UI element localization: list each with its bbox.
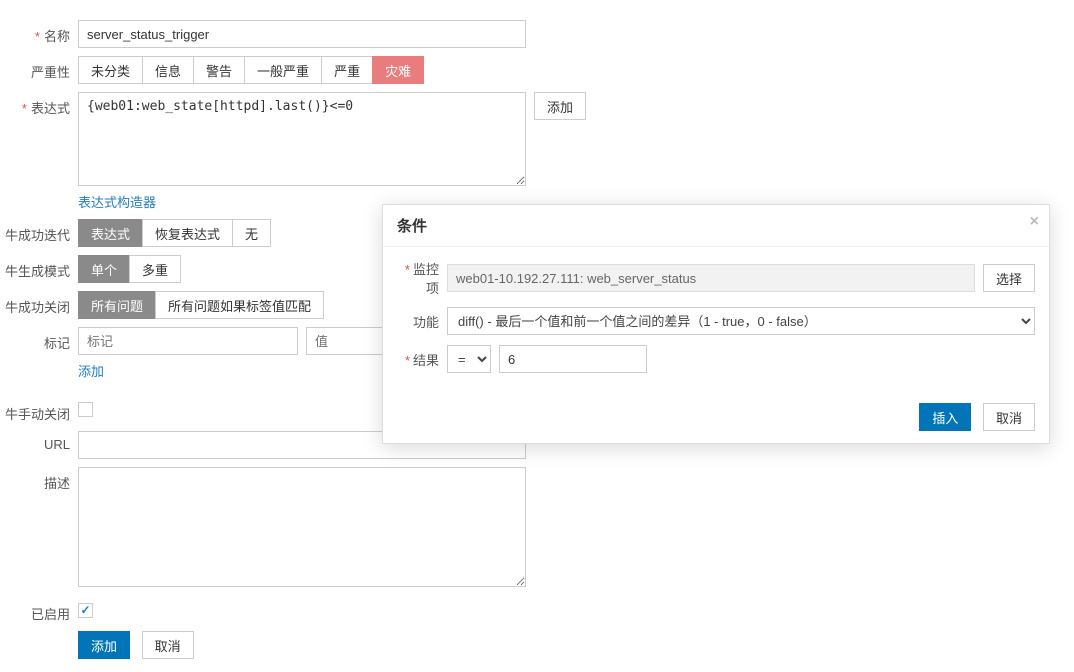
expression-label: 表达式 bbox=[0, 92, 70, 117]
close-icon[interactable]: × bbox=[1030, 213, 1039, 231]
iteration-none[interactable]: 无 bbox=[232, 219, 271, 247]
function-label: 功能 bbox=[397, 312, 447, 331]
mode-group: 单个 多重 bbox=[78, 255, 181, 283]
manual-close-label: 牛手动关闭 bbox=[0, 398, 70, 423]
manual-close-checkbox[interactable] bbox=[78, 402, 93, 417]
result-label: 结果 bbox=[397, 350, 447, 369]
modal-cancel-button[interactable]: 取消 bbox=[983, 403, 1035, 431]
severity-group: 未分类 信息 警告 一般严重 严重 灾难 bbox=[78, 56, 424, 84]
mode-multi[interactable]: 多重 bbox=[129, 255, 181, 283]
name-label: 名称 bbox=[0, 20, 70, 45]
description-label: 描述 bbox=[0, 467, 70, 492]
cancel-button[interactable]: 取消 bbox=[142, 631, 194, 659]
close-group: 所有问题 所有问题如果标签值匹配 bbox=[78, 291, 324, 319]
tag-label: 标记 bbox=[0, 327, 70, 352]
tag-name-input[interactable] bbox=[78, 327, 298, 355]
severity-average[interactable]: 一般严重 bbox=[244, 56, 322, 84]
close-match[interactable]: 所有问题如果标签值匹配 bbox=[155, 291, 324, 319]
close-label: 牛成功关闭 bbox=[0, 291, 70, 316]
select-button[interactable]: 选择 bbox=[983, 264, 1035, 292]
monitor-item-label: 监控项 bbox=[397, 259, 447, 297]
url-label: URL bbox=[0, 431, 70, 452]
name-input[interactable] bbox=[78, 20, 526, 48]
mode-label: 牛生成模式 bbox=[0, 255, 70, 280]
add-button[interactable]: 添加 bbox=[78, 631, 130, 659]
modal-title: 条件 bbox=[397, 218, 427, 235]
tag-add-link[interactable]: 添加 bbox=[78, 361, 104, 380]
severity-label: 严重性 bbox=[0, 56, 70, 81]
monitor-item-value: web01-10.192.27.111: web_server_status bbox=[447, 264, 975, 292]
operator-select[interactable]: = bbox=[447, 345, 491, 373]
iteration-label: 牛成功迭代 bbox=[0, 219, 70, 244]
close-all[interactable]: 所有问题 bbox=[78, 291, 156, 319]
expression-textarea[interactable]: {web01:web_state[httpd].last()}<=0 bbox=[78, 92, 526, 186]
insert-button[interactable]: 插入 bbox=[919, 403, 971, 431]
result-input[interactable] bbox=[499, 345, 647, 373]
condition-modal: 条件 × 监控项 web01-10.192.27.111: web_server… bbox=[382, 204, 1050, 444]
iteration-recovery[interactable]: 恢复表达式 bbox=[142, 219, 233, 247]
mode-single[interactable]: 单个 bbox=[78, 255, 130, 283]
severity-high[interactable]: 严重 bbox=[321, 56, 373, 84]
expression-constructor-link[interactable]: 表达式构造器 bbox=[78, 192, 156, 211]
enabled-label: 已启用 bbox=[0, 598, 70, 623]
severity-info[interactable]: 信息 bbox=[142, 56, 194, 84]
enabled-checkbox[interactable] bbox=[78, 603, 93, 618]
tag-value-input[interactable] bbox=[306, 327, 386, 355]
severity-warning[interactable]: 警告 bbox=[193, 56, 245, 84]
severity-disaster[interactable]: 灾难 bbox=[372, 56, 424, 84]
function-select[interactable]: diff() - 最后一个值和前一个值之间的差异（1 - true，0 - fa… bbox=[447, 307, 1035, 335]
iteration-expression[interactable]: 表达式 bbox=[78, 219, 143, 247]
description-textarea[interactable] bbox=[78, 467, 526, 587]
iteration-group: 表达式 恢复表达式 无 bbox=[78, 219, 271, 247]
expression-add-button[interactable]: 添加 bbox=[534, 92, 586, 120]
severity-unclassified[interactable]: 未分类 bbox=[78, 56, 143, 84]
